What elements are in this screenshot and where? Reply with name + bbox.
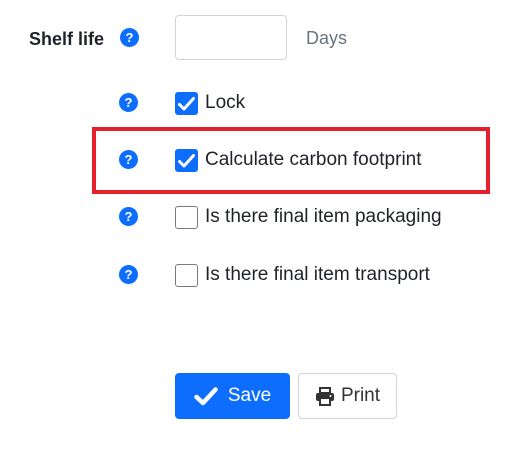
lock-label[interactable]: Lock xyxy=(205,91,245,115)
help-glyph: ? xyxy=(125,30,134,45)
shelf-life-unit: Days xyxy=(306,28,348,48)
carbon-footprint-checkbox[interactable] xyxy=(175,149,198,172)
shelf-life-help-icon[interactable]: ? xyxy=(120,28,139,47)
help-glyph: ? xyxy=(124,267,133,282)
printer-icon xyxy=(315,386,335,406)
help-glyph: ? xyxy=(124,209,133,224)
checkmark-icon xyxy=(178,96,195,110)
packaging-checkbox[interactable] xyxy=(175,206,198,229)
print-button[interactable]: Print xyxy=(298,373,397,419)
lock-checkbox[interactable] xyxy=(175,92,198,115)
packaging-label[interactable]: Is there final item packaging xyxy=(205,205,442,229)
packaging-help-icon[interactable]: ? xyxy=(119,207,138,226)
transport-checkbox[interactable] xyxy=(175,264,198,287)
transport-label[interactable]: Is there final item transport xyxy=(205,263,430,287)
lock-help-icon[interactable]: ? xyxy=(119,93,138,112)
shelf-life-label: Shelf life xyxy=(29,28,104,50)
shelf-life-label-text: Shelf life xyxy=(29,29,105,49)
help-glyph: ? xyxy=(124,95,133,110)
checkmark-icon xyxy=(178,153,195,167)
save-button[interactable]: Save xyxy=(175,373,290,419)
print-button-label: Print xyxy=(340,385,381,406)
checkmark-icon xyxy=(194,386,218,406)
carbon-footprint-label[interactable]: Calculate carbon footprint xyxy=(205,148,422,172)
transport-help-icon[interactable]: ? xyxy=(119,265,138,284)
help-glyph: ? xyxy=(124,152,133,167)
shelf-life-input[interactable] xyxy=(175,15,287,60)
save-button-label: Save xyxy=(227,385,272,406)
carbon-footprint-help-icon[interactable]: ? xyxy=(119,150,138,169)
